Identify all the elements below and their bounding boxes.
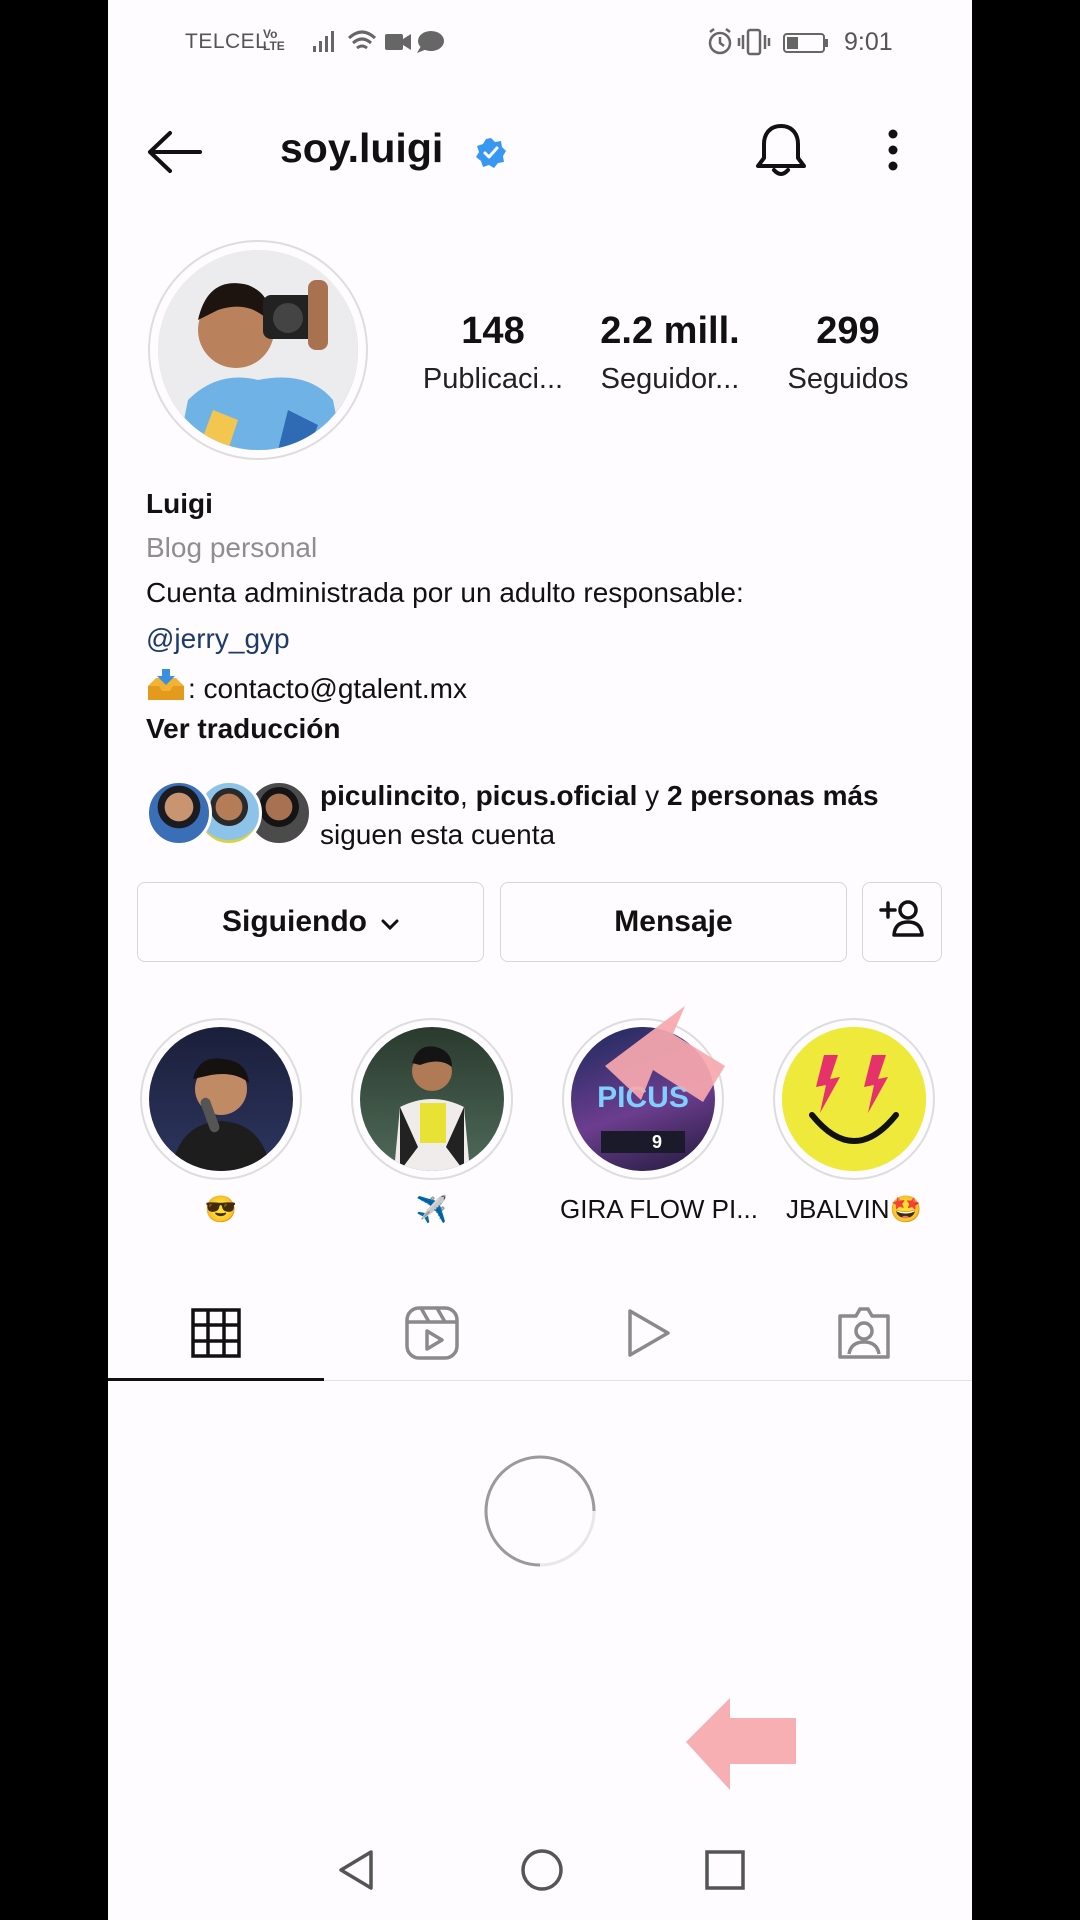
highlight-image: [360, 1027, 504, 1171]
bio-mention-link[interactable]: @jerry_gyp: [146, 623, 290, 655]
grid-icon: [191, 1307, 241, 1363]
verified-badge-icon: [475, 137, 507, 174]
tab-tagged[interactable]: [756, 1290, 972, 1380]
profile-screen: TELCEL Vo LTE 9:01 soy.luigi 148 Publica…: [108, 0, 972, 1920]
reels-icon: [405, 1305, 459, 1365]
story-highlight-1[interactable]: 😎: [138, 1018, 304, 1225]
battery-icon: [783, 33, 828, 53]
mutual-sep: ,: [460, 780, 476, 811]
video-play-icon: [624, 1307, 672, 1364]
following-button[interactable]: Siguiendo: [137, 882, 484, 962]
avatar: [146, 780, 212, 846]
nav-recents-icon[interactable]: [704, 1848, 746, 1897]
signal-icon: [313, 31, 334, 52]
stat-following-label: Seguidos: [787, 363, 909, 395]
mutual-suffix: siguen esta cuenta: [320, 819, 556, 850]
status-left-icons: [313, 26, 473, 63]
highlight-cover: [773, 1018, 935, 1180]
avatar: [158, 250, 358, 450]
profile-category: Blog personal: [146, 532, 318, 563]
see-translation-link[interactable]: Ver traducción: [146, 713, 341, 745]
story-highlight-4[interactable]: JBALVIN🤩: [771, 1018, 937, 1225]
inbox-tray-icon: [146, 668, 186, 709]
volte-indicator: Vo LTE: [263, 28, 285, 52]
status-bar: TELCEL Vo LTE 9:01: [108, 0, 972, 84]
tab-reels[interactable]: [324, 1290, 540, 1380]
vibrate-icon: [737, 28, 771, 56]
highlight-cover: [351, 1018, 513, 1180]
highlight-label: ✈️: [415, 1194, 449, 1224]
bell-icon[interactable]: [755, 122, 807, 183]
highlight-image: [149, 1027, 293, 1171]
annotation-arrow-icon: [686, 1698, 798, 1797]
mutual-follower-2: picus.oficial: [475, 780, 638, 811]
profile-username: soy.luigi: [280, 125, 444, 171]
mutual-followers-text[interactable]: piculincito, picus.oficial y 2 personas …: [320, 776, 940, 854]
mutual-followers-avatars[interactable]: [146, 780, 312, 846]
active-tab-indicator: [108, 1378, 324, 1381]
video-call-icon: [385, 34, 411, 50]
loading-spinner-icon: [483, 1454, 597, 1573]
following-button-label: Siguiendo: [222, 905, 367, 938]
status-right-icons: [706, 26, 841, 63]
highlight-label: 😎: [204, 1194, 238, 1224]
highlight-image: [782, 1027, 926, 1171]
carrier-name: TELCEL: [185, 30, 268, 53]
stat-posts-value: 148: [461, 310, 525, 352]
chat-icon: [417, 31, 444, 53]
profile-display-name: Luigi: [146, 488, 213, 519]
annotation-arrow-icon: [595, 1006, 735, 1141]
bio-contact: : contacto@gtalent.mx: [146, 668, 467, 709]
highlight-label: JBALVIN🤩: [786, 1194, 922, 1224]
stat-posts[interactable]: 148 Publicaci...: [413, 310, 573, 396]
mutual-follower-1: piculincito: [320, 780, 460, 811]
wifi-icon: [347, 30, 377, 50]
bio-contact-email: : contacto@gtalent.mx: [188, 673, 468, 704]
highlight-cover: [140, 1018, 302, 1180]
alarm-icon: [708, 28, 732, 55]
stat-followers[interactable]: 2.2 mill. Seguidor...: [590, 310, 750, 396]
highlight-label: GIRA FLOW PI...: [560, 1194, 758, 1224]
volte-bottom: LTE: [263, 39, 285, 53]
mutual-and: y: [637, 780, 667, 811]
tab-videos[interactable]: [540, 1290, 756, 1380]
message-button-label: Mensaje: [614, 905, 733, 938]
nav-home-icon[interactable]: [520, 1848, 564, 1897]
profile-avatar[interactable]: [148, 240, 368, 460]
mutual-count: 2 personas más: [666, 780, 879, 811]
stat-followers-value: 2.2 mill.: [600, 310, 740, 352]
story-highlight-2[interactable]: ✈️: [349, 1018, 515, 1225]
stat-following[interactable]: 299 Seguidos: [773, 310, 923, 396]
stat-posts-label: Publicaci...: [422, 363, 564, 395]
back-arrow-icon[interactable]: [146, 130, 202, 174]
tab-posts-grid[interactable]: [108, 1290, 324, 1380]
add-person-icon: [879, 898, 925, 946]
bio-line: Cuenta administrada por un adulto respon…: [146, 577, 744, 608]
more-options-icon[interactable]: [886, 128, 900, 177]
clock: 9:01: [844, 28, 893, 56]
message-button[interactable]: Mensaje: [500, 882, 847, 962]
chevron-down-icon: [381, 905, 399, 939]
stat-following-value: 299: [816, 310, 880, 352]
suggest-people-button[interactable]: [862, 882, 942, 962]
smiley-face-icon: [782, 1027, 926, 1171]
stat-followers-label: Seguidor...: [600, 363, 740, 395]
nav-back-icon[interactable]: [335, 1848, 377, 1897]
tagged-person-icon: [836, 1306, 892, 1365]
